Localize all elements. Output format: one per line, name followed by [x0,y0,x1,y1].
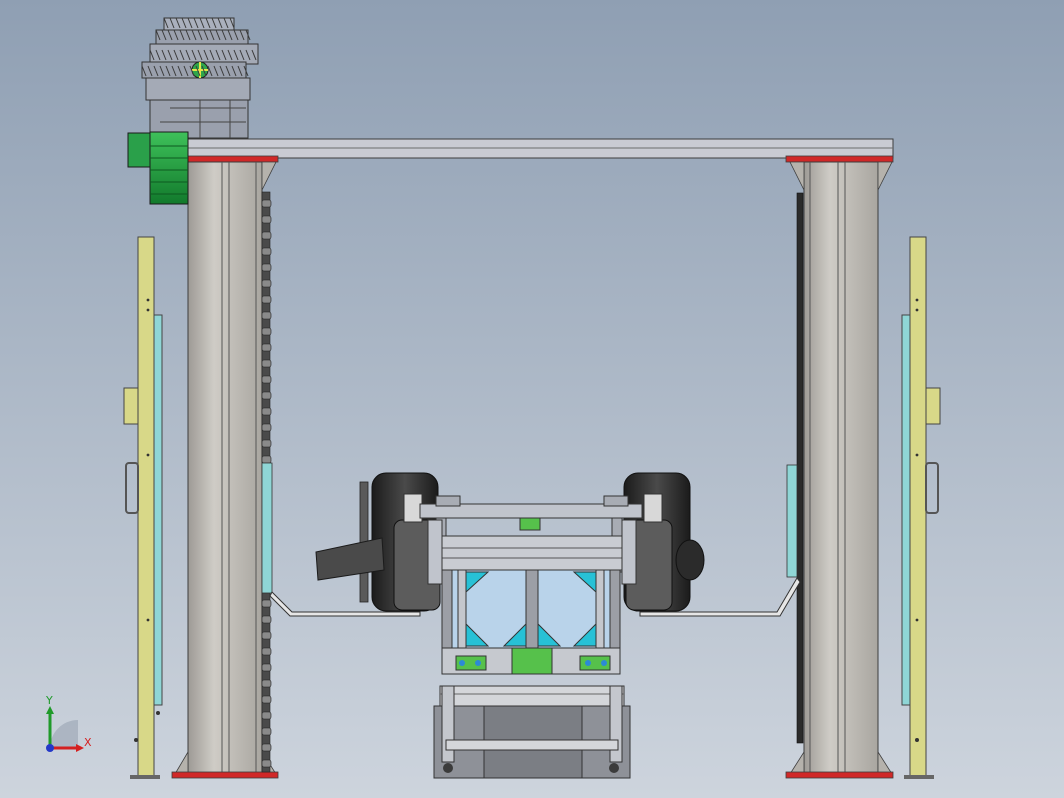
x-axis-label: X [84,736,92,749]
chain-link [261,455,272,464]
chain-link [261,743,272,752]
chain-link [261,679,272,688]
drive-motor [127,131,189,205]
base-cart [433,685,631,779]
chain-link [261,295,272,304]
chain-link [261,615,272,624]
chain-link [261,263,272,272]
chain-link [261,599,272,608]
chain-link [261,759,272,768]
chain-link [261,231,272,240]
top-crossbeam [171,138,894,163]
chain-link [261,439,272,448]
chain-link [261,279,272,288]
x-axis-arrowhead [76,744,84,752]
chain-link [261,343,272,352]
z-axis-dot [46,744,54,752]
support-frame [441,569,621,675]
right-column [785,161,894,779]
chain-link [261,423,272,432]
right-side-guide [901,236,941,779]
chain-link [261,647,272,656]
cad-viewport[interactable]: Y X [0,0,1064,798]
left-wheel [315,472,441,612]
chain-link [261,359,272,368]
chain-link [261,199,272,208]
chain-link [261,663,272,672]
triad-plane [50,720,78,748]
y-axis-arrowhead [46,706,54,714]
chain-link [261,375,272,384]
chain-link [261,215,272,224]
chain-link [261,247,272,256]
chain-link [261,407,272,416]
chain-link [261,311,272,320]
lift-assembly-drawing: Y X [45,17,941,779]
chain-link [261,711,272,720]
chain-link [261,631,272,640]
chain-link [261,727,272,736]
chain-link [261,391,272,400]
y-axis-label: Y [45,694,53,707]
chain-link [261,695,272,704]
chain-link [261,327,272,336]
coordinate-triad: Y X [45,694,92,752]
left-side-guide [123,236,163,779]
